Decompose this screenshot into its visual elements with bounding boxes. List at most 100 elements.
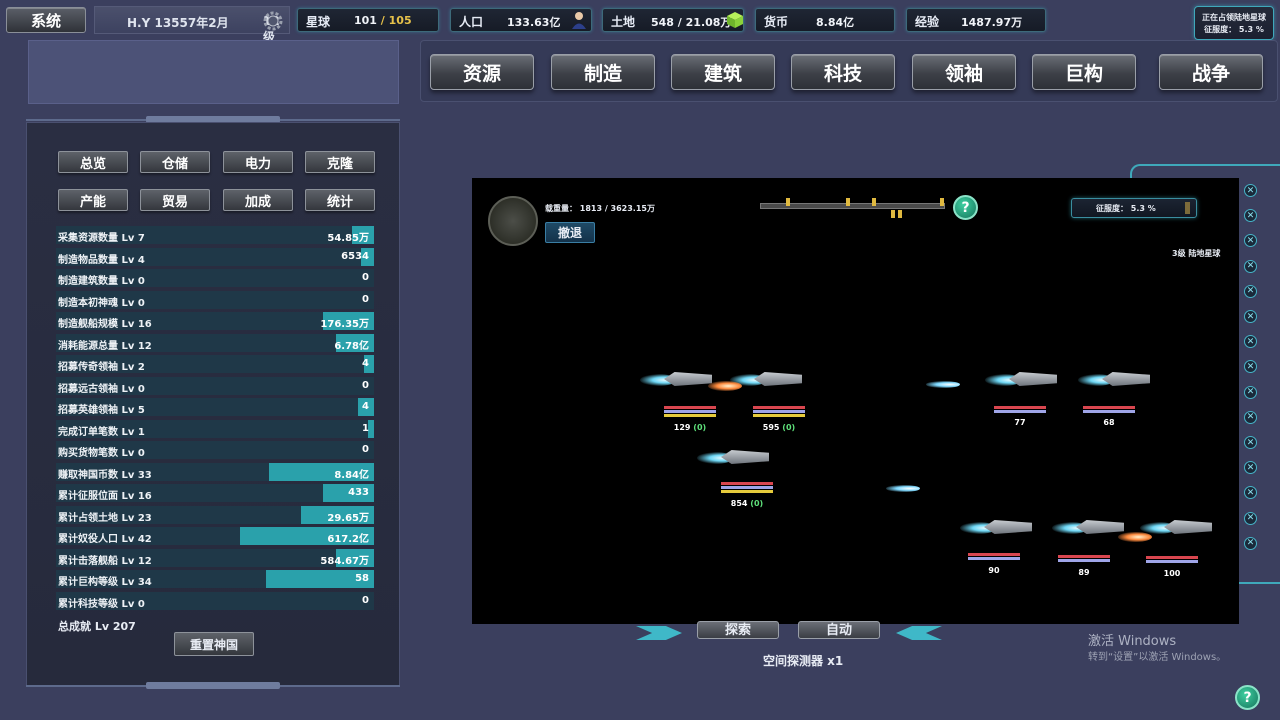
unit-hp: 77 [1014,418,1026,427]
tab-bonus[interactable]: 加成 [223,189,293,211]
nav-leader[interactable]: 领袖 [912,54,1016,90]
tab-statistics[interactable]: 统计 [305,189,375,211]
battle-help-icon[interactable]: ? [953,195,978,220]
nav-building[interactable]: 建筑 [671,54,775,90]
stat-value: 584.67万 [320,555,369,567]
unit-hp: 854 (0) [730,499,764,508]
enemy-ship [960,514,1038,544]
unit-hp: 100 [1163,569,1181,578]
stat-row: 招募英雄领袖 Lv 5 4 [56,398,374,416]
nav-war[interactable]: 战争 [1159,54,1263,90]
tab-trade[interactable]: 贸易 [140,189,210,211]
unit-health-bars [664,406,716,420]
unit-hp: 90 [988,566,1000,575]
tab-overview[interactable]: 总览 [58,151,128,173]
unit-hp: 68 [1103,418,1115,427]
stat-name: 采集资源数量 Lv 7 [58,233,145,244]
gear-icon [263,11,283,31]
stat-row: 累计巨构等级 Lv 34 58 [56,570,374,588]
population-counter: 人口 133.63亿 [450,8,592,32]
close-icon[interactable]: ✕ [1244,310,1257,323]
tab-power[interactable]: 电力 [223,151,293,173]
currency-counter: 货币 8.84亿 [755,8,895,32]
close-icon[interactable]: ✕ [1244,436,1257,449]
laser-shot [886,485,920,492]
player-ship [730,366,808,396]
reset-kingdom-button[interactable]: 重置神国 [174,632,254,656]
stat-value: 0 [362,379,369,391]
date-level-box: H.Y 13557年2月 12级 [94,6,290,44]
nav-resources[interactable]: 资源 [430,54,534,90]
stat-name: 制造舰船规模 Lv 16 [58,319,152,330]
stat-name: 制造物品数量 Lv 4 [58,254,145,266]
unit-health-bars [968,553,1020,567]
conquering-status: 正在占领陆地星球 征服度： 5.3 % [1194,6,1274,40]
stat-value: 54.85万 [327,233,369,244]
enemy-ship [985,366,1063,396]
stat-row: 采集资源数量 Lv 7 54.85万 [56,226,374,244]
land-counter: 土地 548 / 21.08万 [602,8,744,32]
stat-value: 617.2亿 [327,534,369,545]
stat-name: 制造本初神魂 Lv 0 [58,297,145,309]
unit-health-bars [1058,555,1110,569]
close-icon[interactable]: ✕ [1244,385,1257,399]
stat-name: 累计科技等级 Lv 0 [58,598,145,610]
cannon-fire [1118,532,1152,542]
close-icon[interactable]: ✕ [1244,284,1257,298]
auto-button[interactable]: 自动 [798,621,880,639]
close-icon[interactable]: ✕ [1244,536,1257,550]
land-cube-icon [727,12,743,28]
stat-row: 制造物品数量 Lv 4 6534 [56,247,374,266]
battle-view [472,178,1239,624]
timeline-marker [846,198,850,206]
stat-value: 29.65万 [327,512,369,524]
explore-button[interactable]: 探索 [697,621,779,639]
help-icon[interactable]: ? [1235,685,1260,710]
cannon-fire [708,381,742,391]
nav-manufacture[interactable]: 制造 [551,54,655,90]
tab-storage[interactable]: 仓储 [140,151,210,173]
info-panel-blank [28,40,399,104]
stat-name: 完成订单笔数 Lv 1 [58,426,145,438]
nav-tech[interactable]: 科技 [791,54,895,90]
experience-counter: 经验 1487.97万 [906,8,1046,32]
unit-hp: 595 (0) [762,423,796,432]
right-chevron-icon [896,626,942,640]
close-icon[interactable]: ✕ [1244,410,1257,424]
stat-name: 累计征服位面 Lv 16 [58,491,152,502]
stat-value: 4 [362,401,369,412]
stat-name: 购买货物笔数 Lv 0 [58,448,145,459]
stat-row: 累计征服位面 Lv 16 433 [56,484,374,502]
battle-conquest: 征服度： 5.3 % [1071,198,1197,218]
left-chevron-icon [636,626,682,640]
planet-counter: 星球 101 / 105 [297,8,439,32]
planet-icon [488,196,538,246]
timeline-marker [872,198,876,206]
stat-value: 4 [362,358,369,369]
unit-health-bars [753,406,805,420]
retreat-button[interactable]: 撤退 [545,222,595,243]
close-icon[interactable]: ✕ [1244,184,1257,197]
unit-hp: 129 (0) [673,423,707,432]
player-ship [640,366,718,396]
cargo-load: 载重量： 1813 / 3623.15万 [545,204,655,213]
nav-megastructure[interactable]: 巨构 [1032,54,1136,90]
system-button[interactable]: 系统 [6,7,86,33]
stat-name: 累计击落舰船 Lv 12 [58,555,152,567]
game-date: H.Y 13557年2月 [127,16,229,30]
stat-row: 累计占领土地 Lv 23 29.65万 [56,505,374,524]
timeline-marker [786,198,790,206]
enemy-ship [1078,366,1156,396]
stat-row: 招募远古领袖 Lv 0 0 [56,376,374,395]
windows-activation-hint: 转到“设置”以激活 Windows。 [1088,652,1227,663]
close-icon[interactable]: ✕ [1244,259,1257,273]
close-icon[interactable]: ✕ [1244,511,1257,525]
person-icon [572,12,586,29]
stat-row: 累计奴役人口 Lv 42 617.2亿 [56,527,374,545]
stat-value: 1 [362,422,369,434]
tab-clone[interactable]: 克隆 [305,151,375,173]
timeline-marker [898,210,902,218]
tab-capacity[interactable]: 产能 [58,189,128,211]
stat-name: 累计占领土地 Lv 23 [58,512,152,524]
stat-value: 433 [348,487,369,498]
